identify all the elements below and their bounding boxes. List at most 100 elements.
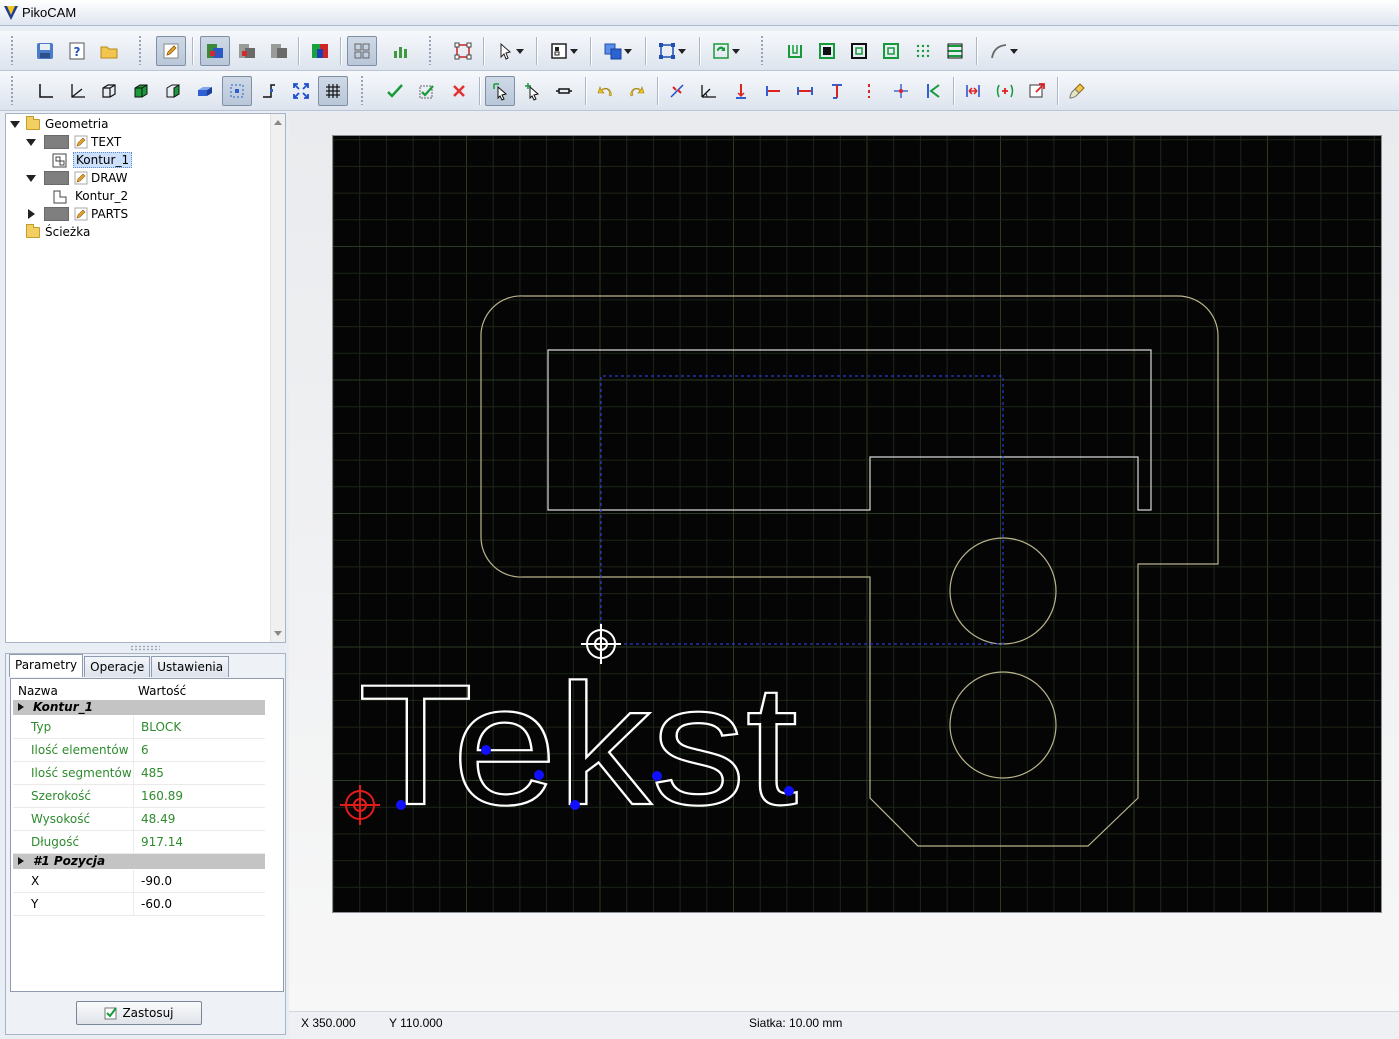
- snap-corner-button[interactable]: [254, 76, 284, 106]
- property-row[interactable]: Szerokość 160.89: [13, 785, 265, 808]
- property-row[interactable]: Ilość segmentów 485: [13, 762, 265, 785]
- align-middle-button[interactable]: [854, 76, 884, 106]
- panel-splitter[interactable]: [130, 645, 160, 651]
- tree-node-sciezka[interactable]: Ścieżka: [26, 223, 90, 241]
- export-button[interactable]: [1022, 76, 1052, 106]
- toolbar-grip[interactable]: [760, 35, 764, 65]
- property-group-position[interactable]: #1 Pozycja: [13, 854, 265, 869]
- view-axis-button[interactable]: [62, 76, 92, 106]
- view-xy-button[interactable]: [30, 76, 60, 106]
- tree-node-layer-parts[interactable]: PARTS: [28, 205, 128, 223]
- collapse-arrow-icon[interactable]: [28, 209, 35, 219]
- tab-operacje[interactable]: Operacje: [84, 656, 151, 677]
- tree-node-kontur-2[interactable]: Kontur_2: [52, 187, 128, 205]
- cancel-button[interactable]: [444, 76, 474, 106]
- scroll-down-icon[interactable]: [274, 631, 282, 636]
- help-button[interactable]: ?: [62, 36, 92, 66]
- snap-mode-button[interactable]: [222, 76, 252, 106]
- layer-view-2-button[interactable]: [232, 36, 262, 66]
- angle-button[interactable]: [694, 76, 724, 106]
- geometry-tree[interactable]: Geometria TEXT Kontur_1 DRAW Kontur_2 PA…: [5, 113, 286, 643]
- rotate-dropdown[interactable]: [706, 36, 744, 66]
- statistics-button[interactable]: [386, 36, 416, 66]
- property-row[interactable]: Y -60.0: [13, 893, 265, 916]
- property-value[interactable]: 485: [141, 766, 164, 780]
- toolbar-grip[interactable]: [428, 35, 432, 65]
- position-y-value[interactable]: -60.0: [141, 897, 172, 911]
- tree-node-layer-text[interactable]: TEXT: [26, 133, 121, 151]
- tab-ustawienia[interactable]: Ustawienia: [151, 656, 230, 677]
- toolbar-grip[interactable]: [10, 75, 14, 105]
- toolbar-grip[interactable]: [10, 35, 14, 65]
- profile-open-button[interactable]: [780, 36, 810, 66]
- select-tool-dropdown[interactable]: [490, 36, 528, 66]
- pocket-button[interactable]: [812, 36, 842, 66]
- zoom-fit-button[interactable]: [286, 76, 316, 106]
- layer-view-1-button[interactable]: [200, 36, 230, 66]
- property-value[interactable]: 917.14: [141, 835, 183, 849]
- property-row[interactable]: Długość 917.14: [13, 831, 265, 854]
- property-row[interactable]: Typ BLOCK: [13, 716, 265, 739]
- cad-canvas[interactable]: Tekst: [332, 135, 1382, 913]
- toolbar-grip[interactable]: [360, 75, 364, 105]
- view-side-button[interactable]: [158, 76, 188, 106]
- toolbar-grip[interactable]: [138, 35, 142, 65]
- offset-out-button[interactable]: [958, 76, 988, 106]
- drill-array-button[interactable]: [908, 36, 938, 66]
- property-value[interactable]: 48.49: [141, 812, 175, 826]
- expand-arrow-icon[interactable]: [26, 138, 36, 146]
- boolean-dropdown[interactable]: [598, 36, 636, 66]
- align-center-h-button[interactable]: [790, 76, 820, 106]
- text-object[interactable]: Tekst: [357, 648, 799, 842]
- apply-button[interactable]: Zastosuj: [76, 1001, 202, 1025]
- collapse-arrow-icon[interactable]: [18, 857, 24, 865]
- tab-parametry[interactable]: Parametry: [9, 654, 84, 677]
- redo-button[interactable]: [622, 76, 652, 106]
- grid-view-button[interactable]: [347, 36, 377, 66]
- layer-color-swatch[interactable]: [44, 171, 69, 185]
- mirror-button[interactable]: [918, 76, 948, 106]
- center-button[interactable]: [886, 76, 916, 106]
- pattern-dropdown[interactable]: [544, 36, 582, 66]
- property-row[interactable]: Wysokość 48.49: [13, 808, 265, 831]
- save-button[interactable]: [30, 36, 60, 66]
- scroll-up-icon[interactable]: [274, 120, 282, 125]
- accept-all-button[interactable]: [412, 76, 442, 106]
- measure-button[interactable]: [549, 76, 579, 106]
- cad-drawing[interactable]: Tekst: [333, 136, 1382, 913]
- property-value[interactable]: BLOCK: [141, 720, 181, 734]
- align-left-button[interactable]: [758, 76, 788, 106]
- accept-button[interactable]: [380, 76, 410, 106]
- position-x-value[interactable]: -90.0: [141, 874, 172, 888]
- edit-mode-button[interactable]: [156, 36, 186, 66]
- property-group-kontur[interactable]: Kontur_1: [13, 700, 265, 715]
- property-row[interactable]: X -90.0: [13, 870, 265, 893]
- tree-node-kontur-1[interactable]: Kontur_1: [52, 151, 133, 169]
- layer-color-swatch[interactable]: [44, 207, 69, 221]
- lead-in-dropdown[interactable]: [984, 36, 1022, 66]
- property-row[interactable]: Ilość elementów 6: [13, 739, 265, 762]
- inner-outline-button[interactable]: [876, 36, 906, 66]
- view-solid-button[interactable]: [190, 76, 220, 106]
- expand-arrow-icon[interactable]: [10, 120, 20, 128]
- open-button[interactable]: [94, 36, 124, 66]
- view-front-button[interactable]: [126, 76, 156, 106]
- view-iso-button[interactable]: [94, 76, 124, 106]
- transform-dropdown[interactable]: [652, 36, 690, 66]
- drawing-view[interactable]: Tekst: [289, 113, 1399, 1011]
- grid-toggle-button[interactable]: [318, 76, 348, 106]
- layer-color-swatch[interactable]: [44, 135, 69, 149]
- tree-node-layer-draw[interactable]: DRAW: [26, 169, 128, 187]
- clean-button[interactable]: [1062, 76, 1092, 106]
- tree-node-geometria[interactable]: Geometria: [10, 115, 108, 133]
- node-select-button[interactable]: [517, 76, 547, 106]
- offset-in-button[interactable]: [990, 76, 1020, 106]
- hole-circle[interactable]: [949, 671, 1057, 779]
- align-vertical-button[interactable]: [726, 76, 756, 106]
- undo-button[interactable]: [590, 76, 620, 106]
- expand-arrow-icon[interactable]: [26, 174, 36, 182]
- property-value[interactable]: 6: [141, 743, 149, 757]
- pocket-outline[interactable]: [547, 349, 1152, 511]
- color-layers-button[interactable]: [305, 36, 335, 66]
- split-button[interactable]: [662, 76, 692, 106]
